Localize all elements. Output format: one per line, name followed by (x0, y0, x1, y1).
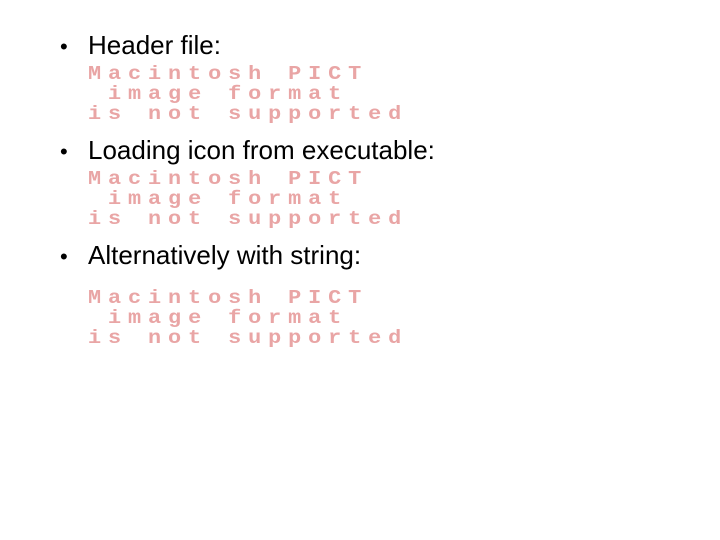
pict-error-placeholder: Macintosh PICT image format is not suppo… (88, 65, 720, 125)
bullet-item-3: • Alternatively with string: Macintosh P… (60, 240, 660, 349)
pict-error-line1: Macintosh PICT (88, 168, 368, 190)
bullet-row: • Alternatively with string: (60, 240, 660, 271)
pict-error-line1: Macintosh PICT (88, 63, 368, 85)
pict-error-line2: image format (108, 307, 348, 329)
pict-error-placeholder: Macintosh PICT image format is not suppo… (88, 170, 720, 230)
bullet-dot-icon: • (60, 34, 88, 60)
pict-error-placeholder: Macintosh PICT image format is not suppo… (88, 289, 720, 349)
bullet-item-1: • Header file: Macintosh PICT image form… (60, 30, 660, 125)
bullet-dot-icon: • (60, 244, 88, 270)
pict-error-line3: is not supported (88, 103, 408, 125)
bullet-item-2: • Loading icon from executable: Macintos… (60, 135, 660, 230)
pict-error-line2: image format (108, 83, 348, 105)
slide: • Header file: Macintosh PICT image form… (0, 0, 720, 540)
pict-error-line2: image format (108, 188, 348, 210)
pict-error-line3: is not supported (88, 327, 408, 349)
pict-error-line3: is not supported (88, 208, 408, 230)
bullet-text: Header file: (88, 30, 221, 61)
bullet-text: Alternatively with string: (88, 240, 361, 271)
bullet-text: Loading icon from executable: (88, 135, 435, 166)
bullet-row: • Loading icon from executable: (60, 135, 660, 166)
bullet-row: • Header file: (60, 30, 660, 61)
pict-error-line1: Macintosh PICT (88, 287, 368, 309)
bullet-dot-icon: • (60, 139, 88, 165)
